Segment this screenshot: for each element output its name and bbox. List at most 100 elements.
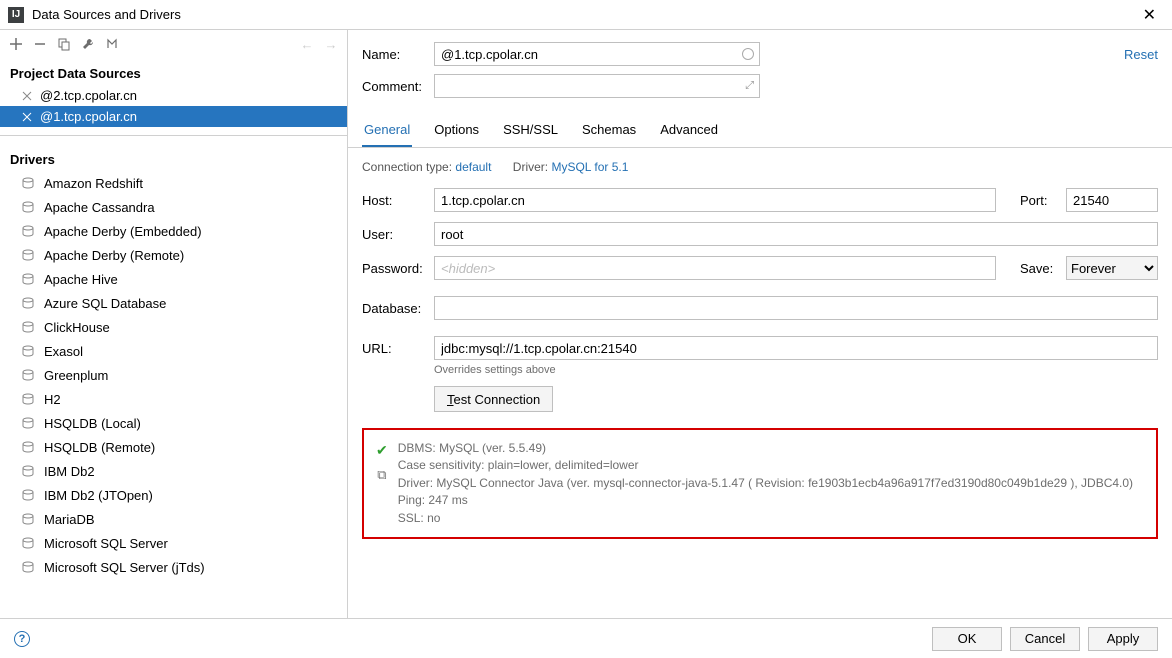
remove-button[interactable] xyxy=(30,34,50,54)
data-source-label: @1.tcp.cpolar.cn xyxy=(40,109,137,124)
window-title: Data Sources and Drivers xyxy=(32,7,1135,22)
tab-sshssl[interactable]: SSH/SSL xyxy=(501,114,560,147)
save-label: Save: xyxy=(1020,261,1056,276)
copy-button[interactable] xyxy=(54,34,74,54)
separator xyxy=(0,135,347,136)
data-source-item[interactable]: @1.tcp.cpolar.cn xyxy=(0,106,347,127)
driver-item[interactable]: ClickHouse xyxy=(0,315,347,339)
save-select[interactable]: Forever xyxy=(1066,256,1158,280)
driver-label: Apache Derby (Remote) xyxy=(44,248,184,263)
driver-icon xyxy=(20,559,36,575)
make-global-icon[interactable] xyxy=(102,34,122,54)
driver-item[interactable]: Apache Derby (Remote) xyxy=(0,243,347,267)
copy-result-icon[interactable]: ⧉ xyxy=(377,467,386,483)
driver-icon xyxy=(20,511,36,527)
success-check-icon: ✔ xyxy=(376,442,388,459)
name-label: Name: xyxy=(362,47,424,62)
driver-icon xyxy=(20,175,36,191)
driver-label: Driver: xyxy=(513,160,548,174)
cancel-button[interactable]: Cancel xyxy=(1010,627,1080,651)
expand-icon[interactable]: ⤢ xyxy=(745,80,754,93)
driver-item[interactable]: Apache Derby (Embedded) xyxy=(0,219,347,243)
url-input[interactable] xyxy=(434,336,1158,360)
connection-info-line: Connection type: default Driver: MySQL f… xyxy=(362,160,1158,174)
driver-icon xyxy=(20,367,36,383)
driver-label: ClickHouse xyxy=(44,320,110,335)
driver-value[interactable]: MySQL for 5.1 xyxy=(551,160,628,174)
port-input[interactable] xyxy=(1066,188,1158,212)
close-icon[interactable]: ✕ xyxy=(1135,5,1164,25)
driver-item[interactable]: Azure SQL Database xyxy=(0,291,347,315)
driver-item[interactable]: Microsoft SQL Server (jTds) xyxy=(0,555,347,579)
password-label: Password: xyxy=(362,261,424,276)
connection-result-box: ✔ ⧉ DBMS: MySQL (ver. 5.5.49) Case sensi… xyxy=(362,428,1158,539)
left-toolbar: ← → xyxy=(0,30,347,58)
add-button[interactable] xyxy=(6,34,26,54)
driver-icon xyxy=(20,271,36,287)
host-label: Host: xyxy=(362,193,424,208)
driver-item[interactable]: MariaDB xyxy=(0,507,347,531)
name-input[interactable] xyxy=(434,42,760,66)
driver-item[interactable]: IBM Db2 (JTOpen) xyxy=(0,483,347,507)
driver-label: Azure SQL Database xyxy=(44,296,166,311)
datasource-icon xyxy=(20,110,34,124)
tab-advanced[interactable]: Advanced xyxy=(658,114,720,147)
user-label: User: xyxy=(362,227,424,242)
host-input[interactable] xyxy=(434,188,996,212)
database-input[interactable] xyxy=(434,296,1158,320)
driver-item[interactable]: IBM Db2 xyxy=(0,459,347,483)
driver-item[interactable]: HSQLDB (Local) xyxy=(0,411,347,435)
form-body: Connection type: default Driver: MySQL f… xyxy=(348,148,1172,618)
color-circle-icon[interactable] xyxy=(742,48,754,60)
driver-icon xyxy=(20,391,36,407)
connection-type-value[interactable]: default xyxy=(455,160,491,174)
driver-icon xyxy=(20,223,36,239)
tab-general[interactable]: General xyxy=(362,114,412,147)
help-icon[interactable]: ? xyxy=(14,631,30,647)
data-source-item[interactable]: @2.tcp.cpolar.cn xyxy=(0,85,347,106)
result-line: Ping: 247 ms xyxy=(398,492,1133,509)
driver-item[interactable]: Exasol xyxy=(0,339,347,363)
driver-label: Apache Cassandra xyxy=(44,200,155,215)
driver-item[interactable]: H2 xyxy=(0,387,347,411)
driver-label: Microsoft SQL Server (jTds) xyxy=(44,560,205,575)
data-source-label: @2.tcp.cpolar.cn xyxy=(40,88,137,103)
driver-icon xyxy=(20,535,36,551)
apply-button[interactable]: Apply xyxy=(1088,627,1158,651)
result-text: DBMS: MySQL (ver. 5.5.49) Case sensitivi… xyxy=(398,440,1133,527)
port-label: Port: xyxy=(1020,193,1056,208)
user-input[interactable] xyxy=(434,222,1158,246)
driver-item[interactable]: Microsoft SQL Server xyxy=(0,531,347,555)
comment-input[interactable] xyxy=(434,74,760,98)
tab-schemas[interactable]: Schemas xyxy=(580,114,638,147)
driver-icon xyxy=(20,295,36,311)
test-connection-button[interactable]: TTest Connectionest Connection xyxy=(434,386,553,412)
driver-icon xyxy=(20,343,36,359)
driver-label: Greenplum xyxy=(44,368,108,383)
ok-button[interactable]: OK xyxy=(932,627,1002,651)
result-line: Case sensitivity: plain=lower, delimited… xyxy=(398,457,1133,474)
driver-label: Microsoft SQL Server xyxy=(44,536,168,551)
driver-item[interactable]: Apache Cassandra xyxy=(0,195,347,219)
wrench-icon[interactable] xyxy=(78,34,98,54)
driver-item[interactable]: Greenplum xyxy=(0,363,347,387)
password-input[interactable] xyxy=(434,256,996,280)
form-header: Name: Reset Comment: ⤢ xyxy=(348,30,1172,114)
forward-icon[interactable]: → xyxy=(321,34,341,54)
driver-label: HSQLDB (Local) xyxy=(44,416,141,431)
driver-label: H2 xyxy=(44,392,61,407)
right-panel: Name: Reset Comment: ⤢ General Options SSH… xyxy=(348,30,1172,618)
driver-item[interactable]: Apache Hive xyxy=(0,267,347,291)
tab-options[interactable]: Options xyxy=(432,114,481,147)
driver-item[interactable]: Amazon Redshift xyxy=(0,171,347,195)
driver-icon xyxy=(20,415,36,431)
database-label: Database: xyxy=(362,301,424,316)
driver-item[interactable]: HSQLDB (Remote) xyxy=(0,435,347,459)
reset-link[interactable]: Reset xyxy=(1124,47,1158,62)
driver-icon xyxy=(20,439,36,455)
driver-label: IBM Db2 (JTOpen) xyxy=(44,488,153,503)
back-icon[interactable]: ← xyxy=(297,34,317,54)
driver-icon xyxy=(20,463,36,479)
tabs: General Options SSH/SSL Schemas Advanced xyxy=(348,114,1172,148)
data-source-list: @2.tcp.cpolar.cn @1.tcp.cpolar.cn xyxy=(0,85,347,127)
